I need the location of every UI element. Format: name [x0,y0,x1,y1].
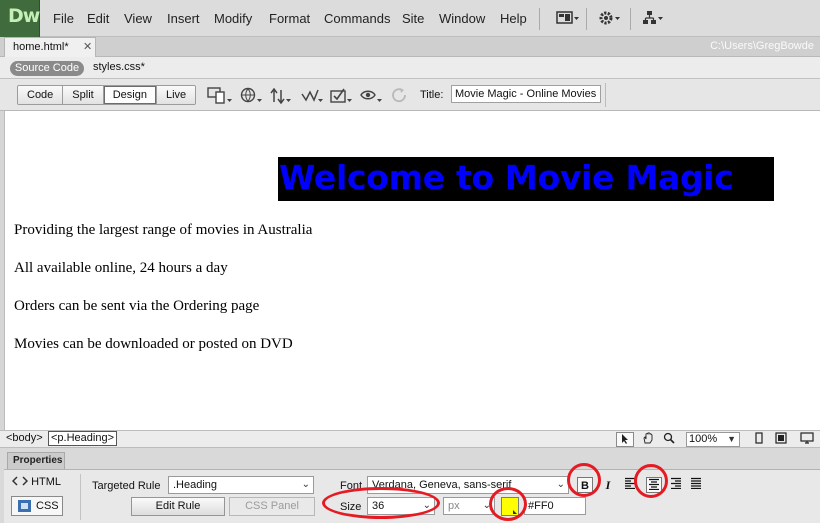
refresh-icon[interactable] [391,87,409,108]
html-mode-label: HTML [31,476,62,488]
paragraph[interactable]: Providing the largest range of movies in… [14,222,312,239]
status-bar: <body> <p.Heading> 100% ▼ [0,430,820,448]
w3c-validation-icon[interactable] [301,87,325,108]
source-code-button[interactable]: Source Code [10,61,84,76]
file-management-icon[interactable] [270,87,294,108]
menu-file[interactable]: File [53,11,74,26]
mobile-size-icon[interactable] [750,432,768,447]
site-structure-icon[interactable] [642,10,666,26]
file-path: C:\Users\GregBowde [710,40,814,52]
paragraph[interactable]: All available online, 24 hours a day [14,260,228,277]
document-tab-label: home.html* [13,41,69,53]
page-heading: Welcome to Movie Magic [279,158,734,197]
heading-block[interactable]: Welcome to Movie Magic [278,157,774,201]
menu-separator [539,8,540,30]
preview-browser-icon[interactable] [240,87,264,108]
tag-selector-p-heading[interactable]: <p.Heading> [48,431,117,446]
related-file-styles[interactable]: styles.css* [93,61,145,73]
font-value: Verdana, Geneva, sans-serif [372,479,512,491]
menu-window[interactable]: Window [439,11,485,26]
multiscreen-icon[interactable] [207,87,233,108]
italic-button[interactable]: I [600,477,616,493]
paragraph[interactable]: Movies can be downloaded or posted on DV… [14,336,293,353]
chevron-down-icon: ⌄ [422,500,431,511]
title-label: Title: [420,89,444,101]
size-value: 36 [372,500,385,512]
zoom-tool-icon[interactable] [660,432,678,447]
properties-panel: Properties HTML CSS Targeted Rule .Headi… [0,448,820,523]
paragraph[interactable]: Orders can be sent via the Ordering page [14,298,259,315]
design-view-canvas[interactable]: Welcome to Movie Magic Providing the lar… [4,111,820,430]
menu-commands[interactable]: Commands [324,11,390,26]
menu-insert[interactable]: Insert [167,11,200,26]
css-panel-button[interactable]: CSS Panel [229,497,315,516]
live-view-button[interactable]: Live [156,86,196,104]
targeted-rule-value: .Heading [173,479,218,491]
zoom-select[interactable]: 100% ▼ [686,432,740,447]
targeted-rule-label: Targeted Rule [92,480,161,492]
dreamweaver-logo: Dw [0,0,40,37]
font-select[interactable]: Verdana, Geneva, sans-serif ⌄ [367,476,569,494]
align-left-icon[interactable] [622,477,638,493]
document-tab-bar: home.html* ✕ C:\Users\GregBowde [0,37,820,57]
visual-aids-icon[interactable] [360,87,384,108]
split-view-button[interactable]: Split [63,86,104,104]
css-icon [18,500,31,512]
document-tab[interactable]: home.html* ✕ [4,37,96,57]
layout-icon[interactable] [556,10,580,26]
document-toolbar: Code Split Design Live Title: [0,79,820,111]
panel-divider [80,474,81,520]
tablet-size-icon[interactable] [772,432,790,447]
check-browser-icon[interactable] [330,87,354,108]
select-tool-icon[interactable] [616,432,634,447]
edit-rule-button[interactable]: Edit Rule [131,497,225,516]
css-mode-button[interactable]: CSS [11,496,63,516]
menu-bar: Dw File Edit View Insert Modify Format C… [0,0,820,37]
chevron-down-icon: ⌄ [556,479,565,490]
menu-format[interactable]: Format [269,11,310,26]
code-brackets-icon [11,476,29,486]
properties-tab[interactable]: Properties [7,452,65,469]
color-picker-swatch[interactable] [501,497,519,516]
hand-tool-icon[interactable] [639,432,657,447]
css-mode-label: CSS [36,500,59,512]
code-view-button[interactable]: Code [18,86,64,104]
menu-separator [586,8,587,30]
design-view-button[interactable]: Design [103,86,157,104]
align-justify-icon[interactable] [688,477,704,493]
size-unit-select[interactable]: px ⌄ [443,497,495,515]
color-input[interactable] [524,497,586,515]
menu-help[interactable]: Help [500,11,527,26]
tag-selector-body[interactable]: <body> [6,432,43,444]
menu-modify[interactable]: Modify [214,11,252,26]
chevron-down-icon: ⌄ [482,500,491,511]
menu-site[interactable]: Site [402,11,424,26]
related-files-bar: Source Code styles.css* [0,57,820,79]
font-label: Font [340,480,363,492]
size-label: Size [340,501,362,513]
view-switcher: Code Split Design Live [17,85,197,105]
gear-icon[interactable] [598,10,622,26]
menu-view[interactable]: View [124,11,152,26]
title-input[interactable] [451,85,601,103]
chevron-down-icon: ▼ [727,434,736,444]
menu-separator [630,8,631,30]
size-unit-value: px [448,500,460,512]
html-mode-button[interactable]: HTML [11,476,62,488]
bold-button[interactable]: B [577,477,593,493]
zoom-value: 100% [689,433,718,445]
align-right-icon[interactable] [668,477,684,493]
size-select[interactable]: 36 ⌄ [367,497,435,515]
desktop-size-icon[interactable] [798,432,816,447]
properties-body: HTML CSS Targeted Rule .Heading ⌄ Edit Ru… [4,469,820,523]
chevron-down-icon: ⌄ [301,479,310,490]
menu-edit[interactable]: Edit [87,11,109,26]
targeted-rule-select[interactable]: .Heading ⌄ [168,476,314,494]
close-icon[interactable]: ✕ [83,40,92,53]
logo-text: Dw [8,5,40,27]
align-center-icon[interactable] [646,477,662,493]
toolbar-separator [605,83,606,107]
